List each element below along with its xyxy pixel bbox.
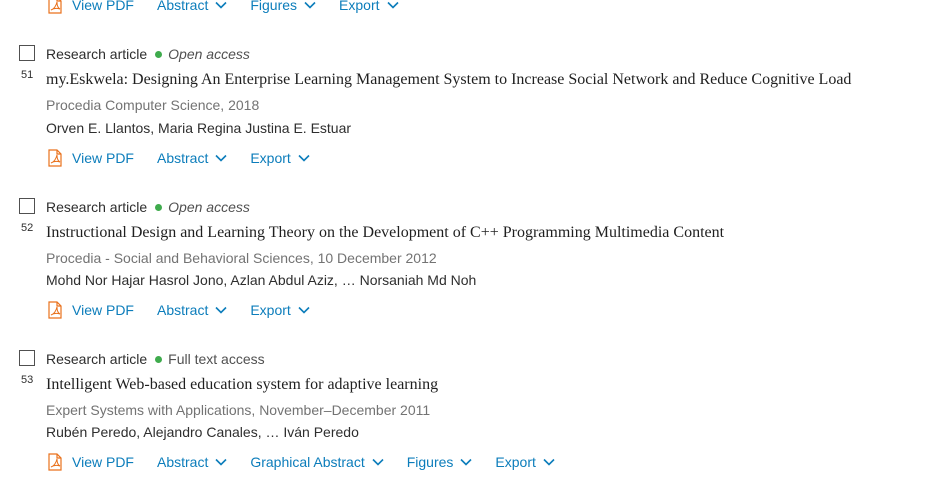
- access-label: Open access: [168, 46, 250, 62]
- chevron-down-icon: [372, 458, 384, 466]
- pdf-icon: [48, 453, 62, 471]
- chevron-down-icon: [215, 154, 227, 162]
- article-authors: Mohd Nor Hajar Hasrol Jono, Azlan Abdul …: [46, 272, 477, 288]
- abstract-toggle[interactable]: Abstract: [157, 0, 227, 13]
- abstract-label: Abstract: [156, 0, 209, 13]
- article-type: Research article: [46, 199, 148, 215]
- view-pdf-link[interactable]: View PDF: [46, 453, 134, 471]
- access-dot: [155, 356, 163, 364]
- access-dot: [155, 204, 163, 212]
- chevron-down-icon: [215, 458, 227, 466]
- abstract-label: Abstract: [156, 302, 209, 318]
- view-pdf-label: View PDF: [72, 454, 134, 470]
- view-pdf-link[interactable]: View PDF: [46, 0, 134, 14]
- article-source[interactable]: Expert Systems with Applications, Novemb…: [46, 402, 430, 418]
- select-result-checkbox[interactable]: [19, 198, 35, 214]
- article-meta: Research article Full text access: [46, 351, 265, 367]
- export-label: Export: [495, 454, 536, 470]
- article-authors: Rubén Peredo, Alejandro Canales, … Iván …: [46, 424, 359, 440]
- pdf-icon: [48, 149, 62, 167]
- chevron-down-icon: [460, 458, 472, 466]
- article-meta: Research article Open access: [46, 46, 250, 62]
- chevron-down-icon: [543, 458, 555, 466]
- abstract-toggle[interactable]: Abstract: [157, 302, 227, 318]
- view-pdf-label: View PDF: [72, 150, 134, 166]
- article-authors: Orven E. Llantos, Maria Regina Justina E…: [46, 120, 352, 136]
- access-label: Full text access: [168, 351, 265, 367]
- chevron-down-icon: [298, 306, 310, 314]
- export-toggle[interactable]: Export: [250, 302, 310, 318]
- access-dot: [155, 51, 163, 59]
- chevron-down-icon: [215, 306, 227, 314]
- export-label: Export: [250, 150, 291, 166]
- pdf-icon: [48, 0, 62, 14]
- view-pdf-label: View PDF: [72, 302, 134, 318]
- article-title-link[interactable]: my.Eskwela: Designing An Enterprise Lear…: [46, 71, 851, 89]
- previous-result-actions: View PDF Abstract Figures Export: [46, 0, 422, 14]
- export-toggle[interactable]: Export: [250, 150, 310, 166]
- abstract-label: Abstract: [156, 454, 209, 470]
- article-source[interactable]: Procedia - Social and Behavioral Science…: [46, 250, 437, 266]
- figures-label: Figures: [250, 0, 298, 13]
- article-title-link[interactable]: Intelligent Web-based education system f…: [46, 376, 438, 394]
- select-result-checkbox[interactable]: [19, 350, 35, 366]
- result-number: 52: [21, 222, 34, 234]
- access-label: Open access: [168, 199, 250, 215]
- article-title-link[interactable]: Instructional Design and Learning Theory…: [46, 224, 724, 242]
- result-actions: View PDF Abstract Export: [46, 301, 333, 319]
- figures-toggle[interactable]: Figures: [250, 0, 316, 13]
- chevron-down-icon: [298, 154, 310, 162]
- pdf-icon: [48, 301, 62, 319]
- article-type: Research article: [46, 351, 148, 367]
- export-toggle[interactable]: Export: [495, 454, 555, 470]
- article-source[interactable]: Procedia Computer Science, 2018: [46, 97, 259, 113]
- view-pdf-label: View PDF: [72, 0, 134, 13]
- result-actions: View PDF Abstract Graphical Abstract Fig…: [46, 453, 578, 471]
- result-actions: View PDF Abstract Export: [46, 149, 333, 167]
- result-number: 51: [21, 69, 34, 81]
- chevron-down-icon: [386, 1, 399, 9]
- article-meta: Research article Open access: [46, 199, 250, 215]
- export-toggle[interactable]: Export: [339, 0, 399, 13]
- figures-label: Figures: [406, 454, 454, 470]
- abstract-label: Abstract: [156, 150, 209, 166]
- graphical-abstract-toggle[interactable]: Graphical Abstract: [250, 454, 384, 470]
- view-pdf-link[interactable]: View PDF: [46, 149, 134, 167]
- chevron-down-icon: [215, 1, 227, 9]
- select-result-checkbox[interactable]: [19, 45, 35, 61]
- article-type: Research article: [46, 46, 148, 62]
- export-label: Export: [250, 302, 291, 318]
- export-label: Export: [339, 0, 380, 13]
- abstract-toggle[interactable]: Abstract: [157, 150, 227, 166]
- figures-toggle[interactable]: Figures: [407, 454, 473, 470]
- view-pdf-link[interactable]: View PDF: [46, 301, 134, 319]
- abstract-toggle[interactable]: Abstract: [157, 454, 227, 470]
- result-number: 53: [21, 374, 34, 386]
- chevron-down-icon: [304, 1, 316, 9]
- graphical-abstract-label: Graphical Abstract: [250, 454, 365, 470]
